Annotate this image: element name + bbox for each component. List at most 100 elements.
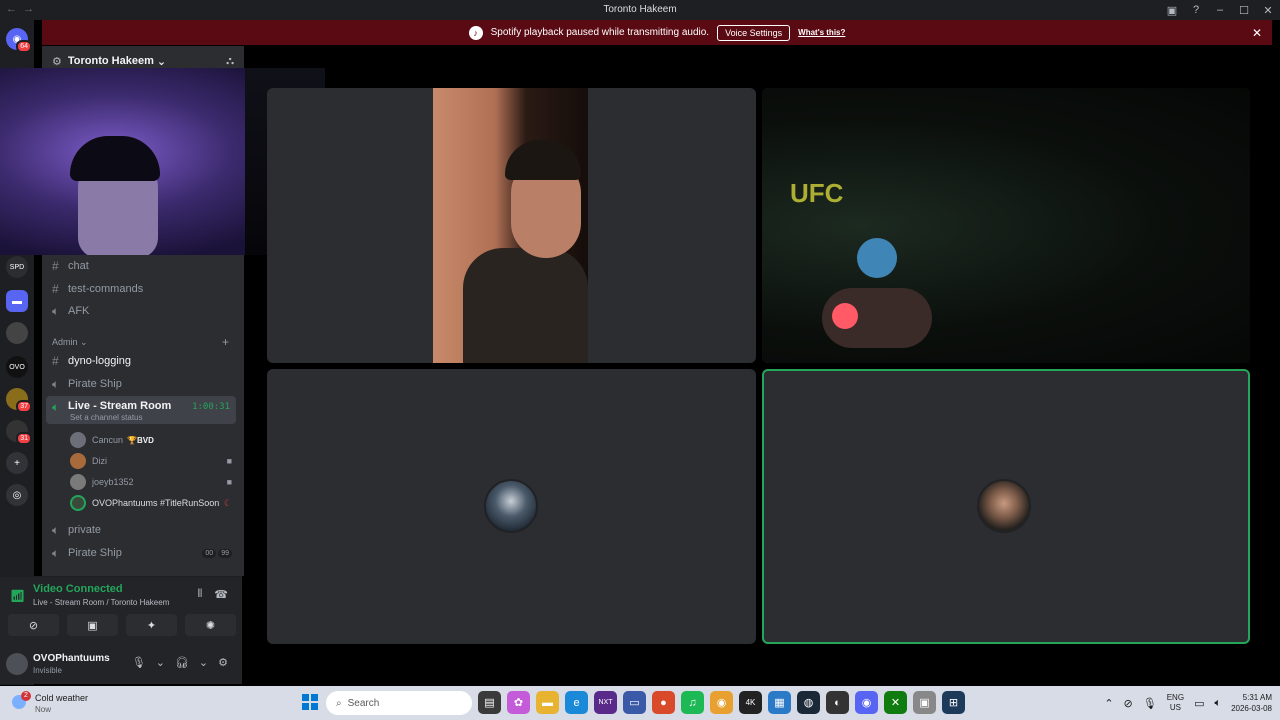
- voice-member[interactable]: OVOPhantuums #TitleRunSoon ☾: [70, 493, 236, 513]
- app-icon[interactable]: ▭: [623, 691, 646, 714]
- camera-off-button[interactable]: ⊘: [8, 614, 59, 636]
- video-tile[interactable]: [267, 369, 756, 644]
- discord-home-icon[interactable]: ◉ 64: [6, 28, 32, 53]
- category-admin[interactable]: Admin ⌄ +: [52, 335, 229, 349]
- chevron-down-icon: ⌄: [156, 55, 167, 68]
- unread-badge: 31: [16, 432, 32, 445]
- camera-off-icon: ⊘: [28, 619, 39, 632]
- search-icon: ⌕: [336, 697, 342, 709]
- voice-location[interactable]: Live - Stream Room / Toronto Hakeem: [33, 598, 169, 607]
- chevron-down-icon[interactable]: ⌄: [156, 656, 165, 669]
- app-icon[interactable]: ⊞: [942, 691, 965, 714]
- close-banner-icon[interactable]: ✕: [1252, 26, 1262, 40]
- screen-share-button[interactable]: ▣: [67, 614, 118, 636]
- video-tile-speaking[interactable]: [762, 369, 1250, 644]
- folder-icon[interactable]: ▬: [6, 290, 28, 312]
- clock[interactable]: 5:31 AM 2026-03-08: [1231, 692, 1272, 714]
- 4k-app-icon[interactable]: 4K: [739, 691, 762, 714]
- network-off-icon[interactable]: ⊘: [1124, 697, 1133, 710]
- channel-test-commands[interactable]: # test-commands: [46, 279, 236, 299]
- voice-status[interactable]: Video Connected: [33, 583, 123, 595]
- edge-icon[interactable]: e: [565, 691, 588, 714]
- participant-avatar: [977, 479, 1031, 533]
- help-icon[interactable]: ?: [1184, 4, 1208, 16]
- video-feed: UFC: [762, 88, 1250, 363]
- window-controls: ▣ ? – ☐ ✕: [1160, 0, 1280, 20]
- channel-status-hint[interactable]: Set a channel status: [70, 413, 143, 422]
- signal-icon[interactable]: 📶︎: [10, 589, 25, 603]
- ovo-server-icon[interactable]: OVO: [6, 356, 28, 378]
- microphone-icon[interactable]: 🎙︎: [132, 656, 146, 669]
- user-area: OVOPhantuums Invisible 🎙︎ ⌄ 🎧︎ ⌄ ⚙: [0, 647, 242, 685]
- server-icon[interactable]: [6, 322, 28, 344]
- chevron-up-icon[interactable]: ⌃: [1104, 697, 1113, 710]
- weather-text: Cold weather: [35, 693, 89, 703]
- channel-pirate-ship[interactable]: 🔈︎ Pirate Ship: [46, 374, 236, 394]
- xbox-icon[interactable]: ✕: [884, 691, 907, 714]
- taskbar-search[interactable]: ⌕ Search: [326, 691, 472, 715]
- app-icon[interactable]: ▦: [768, 691, 791, 714]
- server-icon[interactable]: 31: [6, 420, 32, 445]
- discord-icon[interactable]: ◉: [855, 691, 878, 714]
- voice-member[interactable]: Cancun 🏆BVD: [70, 430, 236, 450]
- activities-icon: ✦: [146, 619, 157, 632]
- minimize-button[interactable]: –: [1208, 4, 1232, 16]
- video-tile[interactable]: [267, 88, 756, 363]
- avatar: [70, 432, 86, 448]
- headphones-icon[interactable]: 🎧︎: [175, 656, 189, 669]
- discover-icon[interactable]: ◎: [6, 484, 28, 506]
- soundboard-icon: ✺: [205, 619, 216, 632]
- unread-badge: 64: [16, 40, 32, 53]
- copilot-icon[interactable]: ✿: [507, 691, 530, 714]
- avatar: [70, 495, 86, 511]
- spotify-icon[interactable]: ♫: [681, 691, 704, 714]
- steam-icon[interactable]: ◍: [797, 691, 820, 714]
- avatar[interactable]: [6, 653, 28, 675]
- channel-pirate-ship-2[interactable]: 🔈︎ Pirate Ship 00 99: [46, 543, 236, 563]
- add-channel-icon[interactable]: +: [222, 335, 229, 349]
- chevron-down-icon[interactable]: ⌄: [199, 656, 208, 669]
- display-icon[interactable]: ▭: [1194, 697, 1204, 710]
- activities-button[interactable]: ✦: [126, 614, 177, 636]
- channel-afk[interactable]: 🔈︎ AFK: [46, 301, 236, 321]
- whats-this-link[interactable]: What's this?: [798, 28, 845, 37]
- voice-member[interactable]: Dizi ■: [70, 451, 236, 471]
- disconnect-icon[interactable]: ☎: [214, 588, 228, 601]
- inbox-icon[interactable]: ▣: [1160, 4, 1184, 17]
- video-tile[interactable]: UFC: [762, 88, 1250, 363]
- spotify-icon: ♪: [468, 25, 483, 40]
- channel-dyno-logging[interactable]: # dyno-logging: [46, 351, 236, 371]
- app-icon[interactable]: ●: [652, 691, 675, 714]
- windows-taskbar: 2 Cold weather Now ⌕ Search ▤ ✿ ▬ e NXT ▭…: [0, 686, 1280, 720]
- server-icon[interactable]: 37: [6, 388, 32, 413]
- noise-suppression-icon[interactable]: ⦀: [197, 588, 202, 601]
- soundboard-button[interactable]: ✺: [185, 614, 236, 636]
- username[interactable]: OVOPhantuums: [33, 653, 110, 664]
- channel-private[interactable]: 🔈︎ private: [46, 520, 236, 540]
- file-explorer-icon[interactable]: ▬: [536, 691, 559, 714]
- video-feed: [433, 88, 588, 363]
- task-view-icon[interactable]: ▤: [478, 691, 501, 714]
- server-name: Toronto Hakeem: [67, 55, 154, 67]
- add-server-icon[interactable]: +: [6, 452, 28, 474]
- channel-chat[interactable]: # chat: [46, 256, 236, 276]
- weather-widget[interactable]: 2 Cold weather Now: [8, 690, 118, 716]
- nixt-icon[interactable]: NXT: [594, 691, 617, 714]
- voice-settings-button[interactable]: Voice Settings: [717, 24, 791, 41]
- system-tray: ⌃ ⊘ 🎙︎ ENG US ▭ 🔈︎ 5:31 AM 2026-03-08: [1104, 686, 1272, 720]
- server-icon[interactable]: SPD: [6, 256, 28, 278]
- gear-icon[interactable]: ⚙: [218, 656, 228, 669]
- windows-start-icon[interactable]: [302, 694, 318, 710]
- obs-icon[interactable]: ◐: [826, 691, 849, 714]
- volume-icon[interactable]: 🔈︎: [1214, 697, 1221, 710]
- user-status: Invisible: [33, 666, 62, 675]
- maximize-button[interactable]: ☐: [1232, 4, 1256, 17]
- invite-icon[interactable]: ⛬: [226, 55, 234, 68]
- chrome-icon[interactable]: ◉: [710, 691, 733, 714]
- channel-live-stream-room[interactable]: 🔈︎ Live - Stream Room Set a channel stat…: [46, 396, 236, 424]
- microphone-icon[interactable]: 🎙︎: [1143, 697, 1157, 710]
- voice-member[interactable]: joeyb1352 ■: [70, 472, 236, 492]
- close-window-button[interactable]: ✕: [1256, 4, 1280, 17]
- language-indicator[interactable]: ENG US: [1167, 693, 1184, 713]
- app-icon[interactable]: ▣: [913, 691, 936, 714]
